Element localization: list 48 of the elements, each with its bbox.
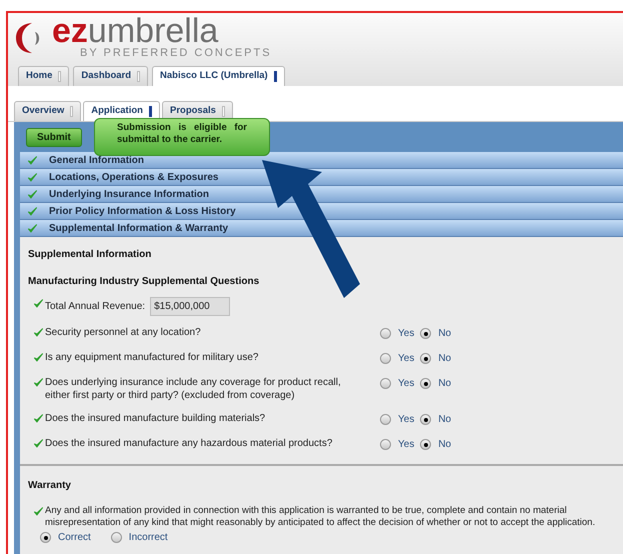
radio-button[interactable] bbox=[380, 328, 391, 339]
tab[interactable]: Nabisco LLC (Umbrella) bbox=[152, 66, 285, 86]
warranty-statement: Any and all information provided in connection with this application is warranted to be true, complete and contain no material misrepresentation of any kind that might reasonably by anticipated to affect the decision of whether or not to accept the application. bbox=[45, 505, 596, 529]
section-header[interactable]: Prior Policy Information & Loss History bbox=[20, 203, 623, 220]
tooltip: Submission is eligible for submittal to the carrier. bbox=[94, 118, 270, 156]
radio-button[interactable] bbox=[420, 439, 432, 450]
section-title: Supplemental Information bbox=[28, 248, 152, 262]
brand-tagline: BY PREFERRED CONCEPTS bbox=[79, 47, 272, 60]
question-label: Does the insured manufacture any hazardous material products? bbox=[45, 437, 334, 450]
radio-button[interactable] bbox=[380, 439, 391, 450]
radio-button[interactable] bbox=[380, 353, 391, 364]
section-header[interactable]: General Information bbox=[20, 152, 623, 169]
brand-name: ezumbrella bbox=[52, 15, 218, 47]
radio-button[interactable] bbox=[40, 532, 51, 543]
radio-label: No bbox=[438, 413, 452, 427]
section-header[interactable]: Underlying Insurance Information bbox=[20, 186, 623, 203]
section-title: Warranty bbox=[28, 479, 72, 493]
radio-label: Yes bbox=[398, 413, 414, 427]
radio-button[interactable] bbox=[380, 378, 391, 389]
radio-button[interactable] bbox=[110, 532, 122, 543]
radio-button[interactable] bbox=[380, 414, 391, 425]
radio-label: No bbox=[438, 438, 452, 452]
radio-button[interactable] bbox=[420, 378, 432, 389]
radio-label: Yes bbox=[398, 327, 414, 341]
radio-button[interactable] bbox=[420, 414, 432, 425]
question-label: Is any equipment manufactured for military use? bbox=[45, 351, 260, 364]
radio-button[interactable] bbox=[420, 353, 432, 364]
tab[interactable]: Home bbox=[18, 66, 70, 86]
radio-label: Yes bbox=[398, 377, 414, 391]
radio-button[interactable] bbox=[420, 328, 432, 339]
question-label: Security personnel at any location? bbox=[45, 326, 202, 339]
tab[interactable]: Dashboard bbox=[73, 66, 148, 86]
radio-label: Correct bbox=[58, 531, 91, 545]
question-label: Does underlying insurance include any coverage for product recall, either first party or third party? (excluded from coverage) bbox=[45, 376, 342, 402]
input-field[interactable]: $15,000,000 bbox=[150, 297, 230, 316]
radio-label: Yes bbox=[398, 352, 414, 366]
section-header[interactable]: Supplemental Information & Warranty bbox=[20, 220, 623, 237]
section-subtitle: Manufacturing Industry Supplemental Questions bbox=[28, 275, 260, 289]
radio-label: No bbox=[438, 377, 452, 391]
radio-label: No bbox=[438, 327, 452, 341]
question-label: Does the insured manufacture building materials? bbox=[45, 412, 266, 425]
submit-button[interactable]: Submit bbox=[26, 128, 82, 146]
section-header[interactable]: Locations, Operations & Exposures bbox=[20, 169, 623, 186]
radio-label: No bbox=[438, 352, 452, 366]
radio-label: Yes bbox=[398, 438, 414, 452]
radio-label: Incorrect bbox=[128, 531, 168, 545]
tab[interactable]: Overview bbox=[14, 101, 82, 121]
question-label: Total Annual Revenue: bbox=[45, 300, 146, 314]
